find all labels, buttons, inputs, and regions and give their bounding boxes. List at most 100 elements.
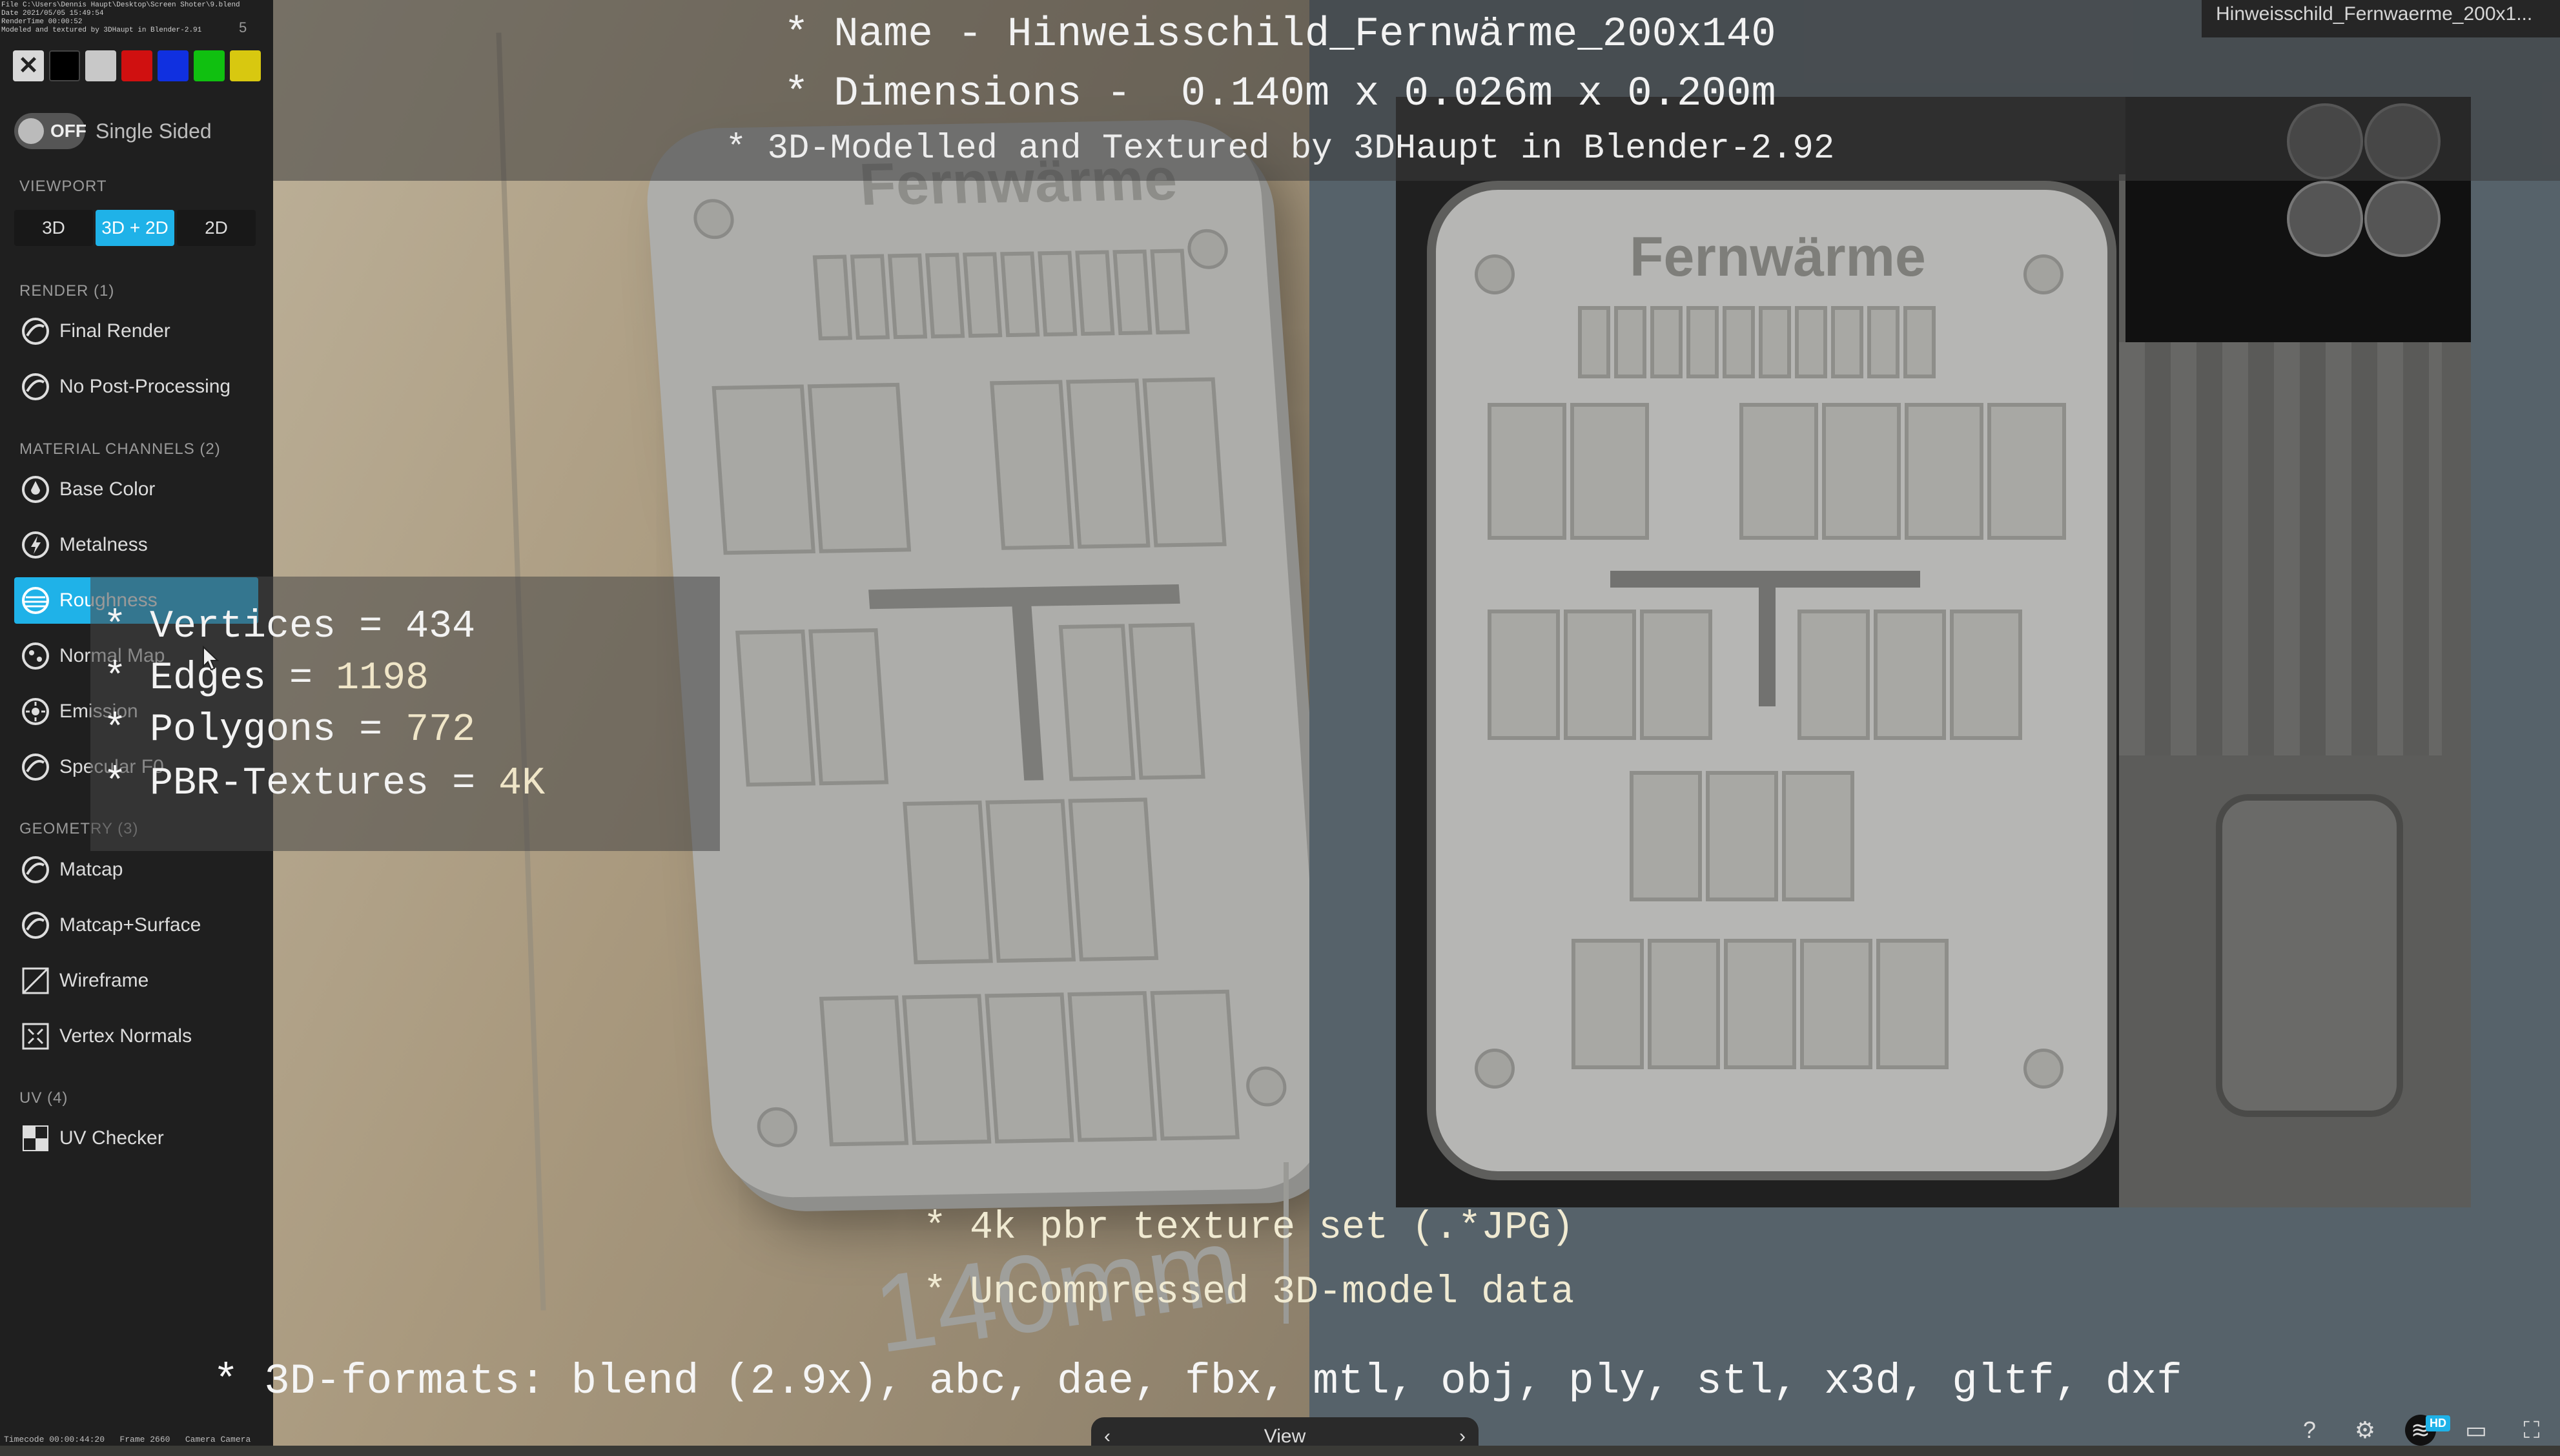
toggle-state: OFF	[50, 121, 87, 141]
material-channels-label: MATERIAL CHANNELS (2)	[19, 440, 221, 458]
model-name-tab[interactable]: Hinweisschild_Fernwaerme_200x1...	[2202, 0, 2560, 37]
sign-box-row	[712, 382, 912, 555]
swatch-green[interactable]	[194, 50, 225, 81]
matcap-icon	[21, 855, 50, 885]
droplet-icon	[21, 475, 50, 504]
render-icon	[21, 316, 50, 346]
view-bar: ‹ View ›	[1091, 1417, 1479, 1447]
single-sided-label: Single Sided	[96, 119, 212, 143]
wireframe-item[interactable]: Wireframe	[14, 958, 258, 1004]
sign-box-row	[903, 797, 1159, 965]
render-icon	[21, 372, 50, 402]
texture-box-row	[1572, 939, 1949, 1069]
sign-box-row	[1058, 622, 1205, 781]
no-post-processing-label: No Post-Processing	[59, 376, 231, 397]
single-sided-toggle[interactable]: OFF	[14, 113, 87, 149]
formats-caption: * 3D-formats: blend (2.9x), abc, dae, fb…	[213, 1357, 2182, 1406]
sign-box-row	[812, 249, 1190, 341]
vertex-normals-item[interactable]: Vertex Normals	[14, 1013, 258, 1060]
render-section-label: RENDER (1)	[19, 282, 115, 300]
chevron-right-icon[interactable]: ›	[1459, 1417, 1466, 1456]
texture-back-plate	[2216, 794, 2403, 1117]
swatch-black[interactable]	[49, 50, 80, 81]
chevron-left-icon[interactable]: ‹	[1104, 1417, 1111, 1456]
model-name-caption: * Name - Hinweisschild_Fernwärme_200x140	[784, 12, 1776, 58]
wireframe-label: Wireframe	[59, 970, 149, 991]
mount-hole	[2023, 1049, 2063, 1089]
mount-hole	[1475, 254, 1515, 294]
stat-vertices: * Vertices = 434	[103, 605, 476, 649]
lightning-icon	[21, 530, 50, 560]
texture-box-row	[1488, 403, 1649, 540]
matcap-item[interactable]: Matcap	[14, 846, 258, 893]
mount-hole	[692, 198, 735, 240]
file-info: File C:\Users\Dennis Haupt\Desktop\Scree…	[1, 1, 240, 34]
hd-badge: HD	[2426, 1415, 2450, 1431]
file-page-number: 5	[239, 19, 247, 36]
sign-box-row	[819, 989, 1240, 1147]
texture-set-caption: * 4k pbr texture set (.*JPG)	[923, 1206, 1575, 1250]
status-bar: Timecode 00:00:44:20 Frame 2660 Camera C…	[4, 1435, 251, 1444]
final-render-label: Final Render	[59, 320, 170, 342]
texture-box-row	[1630, 771, 1854, 901]
base-color-item[interactable]: Base Color	[14, 466, 258, 513]
uv-checker-label: UV Checker	[59, 1127, 164, 1149]
stat-polygons: * Polygons = 772	[103, 708, 476, 752]
texture-preview: Fernwärme	[1396, 97, 2471, 1207]
viewport-mode-group: 3D 3D + 2D 2D	[14, 210, 256, 246]
viewport-2d-button[interactable]: 2D	[177, 210, 256, 246]
swatch-yellow[interactable]	[230, 50, 261, 81]
texture-box-row	[1739, 403, 2066, 540]
no-post-processing-item[interactable]: No Post-Processing	[14, 364, 258, 410]
mount-hole	[2023, 254, 2063, 294]
texture-box-row	[1488, 610, 1712, 740]
vr-icon[interactable]: ▭	[2461, 1415, 2492, 1446]
background-swatches: ✕	[13, 50, 261, 81]
texture-box-row	[1797, 610, 2022, 740]
wireframe-icon	[21, 966, 50, 996]
stat-edges: * Edges = 1198	[103, 657, 429, 701]
stat-pbr-textures: * PBR-Textures = 4K	[103, 762, 546, 806]
viewport-3d-2d-button[interactable]: 3D + 2D	[96, 210, 174, 246]
model-data-caption: * Uncompressed 3D-model data	[923, 1271, 1575, 1315]
mount-hole	[1475, 1049, 1515, 1089]
settings-icon[interactable]: ⚙	[2350, 1415, 2381, 1446]
sign-box-row	[990, 377, 1227, 550]
single-sided-row: OFF Single Sided	[14, 113, 212, 149]
sign-t-stem	[1011, 599, 1044, 781]
viewport-section-label: VIEWPORT	[19, 178, 107, 195]
metalness-item[interactable]: Metalness	[14, 522, 258, 568]
roughness-icon	[21, 586, 50, 615]
metalness-label: Metalness	[59, 534, 148, 555]
swatch-red[interactable]	[121, 50, 152, 81]
mount-hole	[1186, 229, 1229, 270]
checker-icon	[21, 1123, 50, 1153]
texture-box-row	[1578, 306, 1936, 378]
viewport-3d-button[interactable]: 3D	[14, 210, 93, 246]
texture-t-stem	[1759, 577, 1776, 706]
uv-checker-item[interactable]: UV Checker	[14, 1115, 258, 1162]
texture-edge-strip	[2119, 342, 2442, 755]
matcap-surface-icon	[21, 910, 50, 940]
view-label[interactable]: View	[1264, 1426, 1306, 1447]
close-icon[interactable]: ✕	[13, 50, 44, 81]
texture-circle	[2287, 181, 2363, 257]
base-color-label: Base Color	[59, 478, 156, 500]
fullscreen-icon[interactable]: ⛶	[2516, 1415, 2547, 1446]
normal-map-icon	[21, 641, 50, 671]
bottom-right-toolbar: ? ⚙ ≋ ▭ ⛶	[2294, 1415, 2547, 1446]
texture-circle	[2364, 181, 2441, 257]
specular-icon	[21, 752, 50, 782]
matcap-surface-label: Matcap+Surface	[59, 914, 201, 936]
swatch-grey[interactable]	[85, 50, 116, 81]
swatch-blue[interactable]	[158, 50, 189, 81]
sun-icon	[21, 697, 50, 726]
help-icon[interactable]: ?	[2294, 1415, 2325, 1446]
final-render-item[interactable]: Final Render	[14, 308, 258, 354]
matcap-label: Matcap	[59, 859, 123, 880]
texture-sign-title: Fernwärme	[1630, 226, 1926, 288]
vertex-normals-icon	[21, 1021, 50, 1051]
mouse-cursor-icon	[202, 645, 220, 675]
matcap-surface-item[interactable]: Matcap+Surface	[14, 902, 258, 948]
mount-hole	[1245, 1066, 1288, 1107]
